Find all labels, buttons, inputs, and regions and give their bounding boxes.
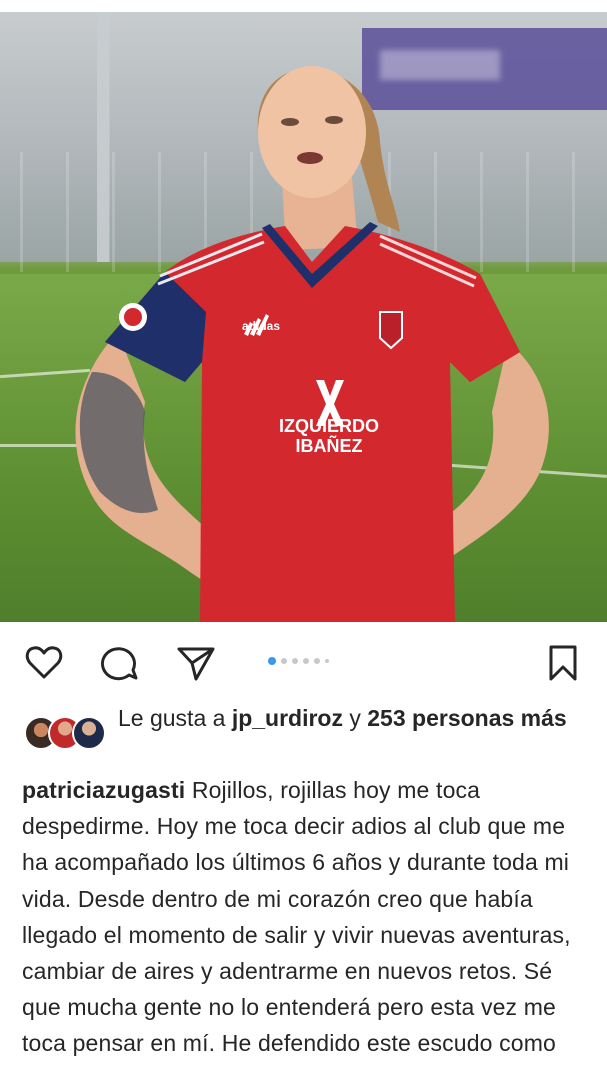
likes-summary: Le gusta a jp_urdiroz y 253 personas más <box>118 702 588 734</box>
liker-avatars <box>24 716 110 750</box>
avatar <box>72 716 106 750</box>
carousel-dot <box>268 657 276 665</box>
jersey-brand-text: adidas <box>242 319 281 333</box>
post-caption: patriciazugasti Rojillos, rojillas hoy m… <box>22 772 594 1062</box>
send-icon[interactable] <box>176 643 216 683</box>
player-figure <box>75 66 549 622</box>
carousel-dot <box>303 658 309 664</box>
carousel-indicator <box>268 656 329 666</box>
jersey-sponsor-line1: IZQUIERDO <box>278 416 379 436</box>
carousel-dot <box>314 658 320 664</box>
comment-icon[interactable] <box>100 643 140 683</box>
likes-middle: y <box>342 705 368 731</box>
likes-others[interactable]: 253 personas más <box>367 705 566 731</box>
post-photo[interactable]: adidas IZQUIERDO IBAÑEZ <box>0 12 607 622</box>
likes-row[interactable]: Le gusta a jp_urdiroz y 253 personas más <box>22 702 592 768</box>
jersey-sponsor-line2: IBAÑEZ <box>295 436 363 456</box>
bookmark-icon[interactable] <box>543 643 583 683</box>
caption-text: Rojillos, rojillas hoy me toca despedirm… <box>22 777 571 1057</box>
heart-icon[interactable] <box>24 643 64 683</box>
carousel-dot <box>325 659 329 663</box>
likes-prefix: Le gusta a <box>118 705 232 731</box>
liker-username[interactable]: jp_urdiroz <box>232 705 343 731</box>
caption-username[interactable]: patriciazugasti <box>22 777 185 803</box>
carousel-dot <box>292 658 298 664</box>
carousel-dot <box>281 658 287 664</box>
jersey-sponsor: IZQUIERDO IBAÑEZ <box>266 416 392 456</box>
